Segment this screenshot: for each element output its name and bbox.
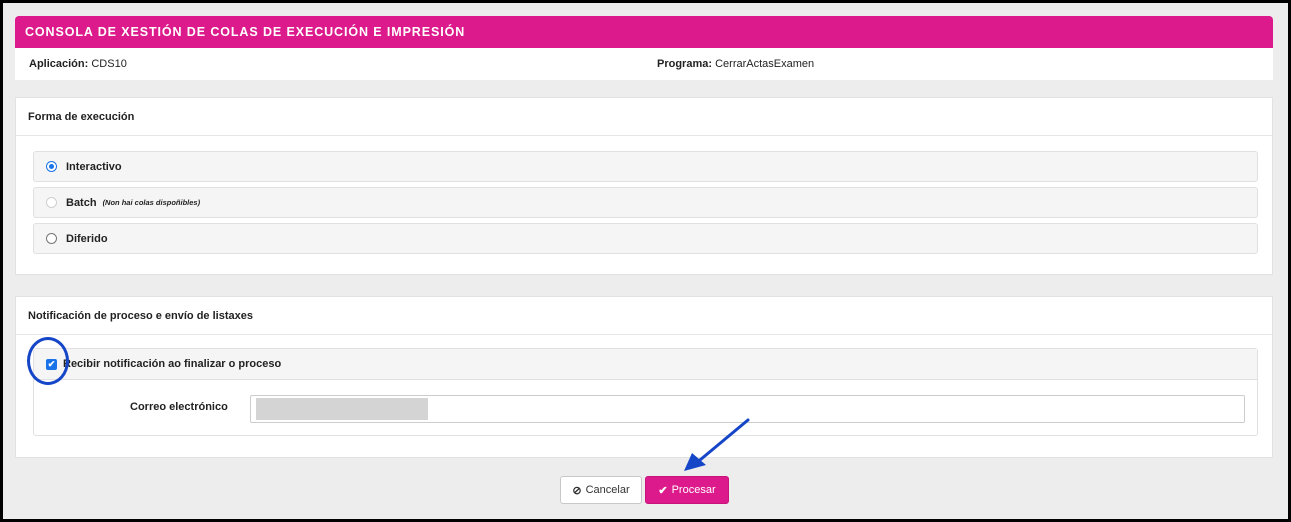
cancel-label: Cancelar <box>585 484 630 496</box>
redacted-email <box>256 398 428 420</box>
check-icon: ✔ <box>658 484 668 497</box>
process-button[interactable]: ✔ Procesar <box>645 476 729 504</box>
annotation-arrow <box>684 418 750 471</box>
option-interactive-label: Interactivo <box>66 160 122 173</box>
notification-box: ✔ Recibir notificación ao finalizar o pr… <box>33 348 1258 436</box>
option-deferred[interactable]: Diferido <box>33 223 1258 254</box>
option-batch-label: Batch <box>66 196 97 209</box>
radio-interactive[interactable] <box>46 161 57 172</box>
radio-batch <box>46 197 57 208</box>
notify-checkbox-label: Recibir notificación ao finalizar o proc… <box>63 358 282 370</box>
radio-deferred[interactable] <box>46 233 57 244</box>
execution-heading: Forma de execución <box>16 98 1272 136</box>
notify-checkbox[interactable]: ✔ <box>46 358 57 370</box>
application-info: Aplicación: CDS10 <box>29 58 127 70</box>
cancel-button[interactable]: ⊘ Cancelar <box>560 476 642 504</box>
page-header: CONSOLA DE XESTIÓN DE COLAS DE EXECUCIÓN… <box>15 16 1273 48</box>
info-row: Aplicación: CDS10 Programa: CerrarActasE… <box>15 48 1273 80</box>
program-value: CerrarActasExamen <box>715 58 815 70</box>
option-batch-note: (Non hai colas dispoñibles) <box>102 198 201 207</box>
program-info: Programa: CerrarActasExamen <box>657 58 814 70</box>
notification-panel: Notificación de proceso e envío de lista… <box>15 296 1273 458</box>
option-interactive[interactable]: Interactivo <box>33 151 1258 182</box>
ban-icon: ⊘ <box>572 484 582 497</box>
email-label: Correo electrónico <box>130 401 228 413</box>
page-title: CONSOLA DE XESTIÓN DE COLAS DE EXECUCIÓN… <box>25 25 466 39</box>
option-deferred-label: Diferido <box>66 232 108 245</box>
execution-panel: Forma de execución Interactivo Batch (No… <box>15 97 1273 275</box>
application-value: CDS10 <box>91 58 127 70</box>
application-label: Aplicación: <box>29 58 89 70</box>
program-label: Programa: <box>657 58 713 70</box>
notify-checkbox-row[interactable]: ✔ Recibir notificación ao finalizar o pr… <box>34 349 1257 380</box>
option-batch: Batch (Non hai colas dispoñibles) <box>33 187 1258 218</box>
notification-heading: Notificación de proceso e envío de lista… <box>16 297 1272 335</box>
process-label: Procesar <box>671 484 716 496</box>
